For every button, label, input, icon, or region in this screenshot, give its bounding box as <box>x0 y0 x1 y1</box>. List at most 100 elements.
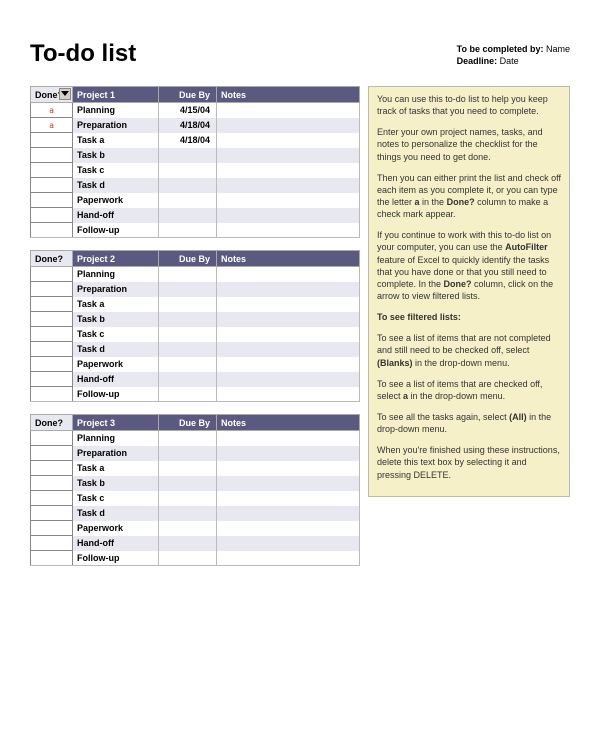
notes-cell[interactable] <box>217 103 360 118</box>
due-cell[interactable]: 4/18/04 <box>159 118 217 133</box>
notes-cell[interactable] <box>217 178 360 193</box>
due-cell[interactable]: 4/18/04 <box>159 133 217 148</box>
notes-cell[interactable] <box>217 342 360 357</box>
notes-cell[interactable] <box>217 297 360 312</box>
task-cell[interactable]: Task a <box>73 297 159 312</box>
due-cell[interactable] <box>159 312 217 327</box>
notes-cell[interactable] <box>217 267 360 282</box>
task-cell[interactable]: Hand-off <box>73 208 159 223</box>
task-cell[interactable]: Hand-off <box>73 536 159 551</box>
done-cell[interactable] <box>31 536 73 551</box>
done-cell[interactable] <box>31 372 73 387</box>
task-cell[interactable]: Paperwork <box>73 521 159 536</box>
due-cell[interactable] <box>159 521 217 536</box>
done-cell[interactable] <box>31 431 73 446</box>
task-cell[interactable]: Paperwork <box>73 357 159 372</box>
due-cell[interactable] <box>159 446 217 461</box>
due-cell[interactable] <box>159 431 217 446</box>
due-cell[interactable] <box>159 208 217 223</box>
done-cell[interactable] <box>31 461 73 476</box>
done-header[interactable]: Done? <box>31 87 73 103</box>
done-cell[interactable] <box>31 297 73 312</box>
notes-cell[interactable] <box>217 133 360 148</box>
notes-cell[interactable] <box>217 431 360 446</box>
due-cell[interactable] <box>159 178 217 193</box>
notes-cell[interactable] <box>217 282 360 297</box>
done-cell[interactable]: a <box>31 103 73 118</box>
due-cell[interactable] <box>159 536 217 551</box>
due-cell[interactable] <box>159 282 217 297</box>
task-cell[interactable]: Task a <box>73 133 159 148</box>
task-cell[interactable]: Task d <box>73 178 159 193</box>
due-cell[interactable] <box>159 506 217 521</box>
done-cell[interactable] <box>31 476 73 491</box>
notes-cell[interactable] <box>217 312 360 327</box>
task-cell[interactable]: Task d <box>73 506 159 521</box>
notes-cell[interactable] <box>217 223 360 238</box>
notes-cell[interactable] <box>217 372 360 387</box>
task-cell[interactable]: Task b <box>73 312 159 327</box>
notes-cell[interactable] <box>217 446 360 461</box>
due-cell[interactable] <box>159 387 217 402</box>
done-cell[interactable] <box>31 193 73 208</box>
due-cell[interactable] <box>159 461 217 476</box>
notes-cell[interactable] <box>217 536 360 551</box>
done-cell[interactable] <box>31 521 73 536</box>
done-cell[interactable] <box>31 223 73 238</box>
due-cell[interactable]: 4/15/04 <box>159 103 217 118</box>
notes-cell[interactable] <box>217 148 360 163</box>
done-cell[interactable] <box>31 208 73 223</box>
notes-cell[interactable] <box>217 387 360 402</box>
task-cell[interactable]: Follow-up <box>73 223 159 238</box>
done-cell[interactable] <box>31 506 73 521</box>
due-cell[interactable] <box>159 148 217 163</box>
due-cell[interactable] <box>159 476 217 491</box>
notes-cell[interactable] <box>217 476 360 491</box>
task-cell[interactable]: Task d <box>73 342 159 357</box>
notes-cell[interactable] <box>217 193 360 208</box>
task-cell[interactable]: Planning <box>73 267 159 282</box>
due-cell[interactable] <box>159 267 217 282</box>
done-cell[interactable] <box>31 327 73 342</box>
filter-dropdown-icon[interactable] <box>59 88 71 100</box>
done-cell[interactable] <box>31 491 73 506</box>
task-cell[interactable]: Preparation <box>73 118 159 133</box>
due-cell[interactable] <box>159 491 217 506</box>
done-cell[interactable] <box>31 551 73 566</box>
task-cell[interactable]: Task c <box>73 163 159 178</box>
task-cell[interactable]: Planning <box>73 103 159 118</box>
notes-cell[interactable] <box>217 163 360 178</box>
notes-cell[interactable] <box>217 551 360 566</box>
due-cell[interactable] <box>159 372 217 387</box>
notes-cell[interactable] <box>217 208 360 223</box>
due-cell[interactable] <box>159 193 217 208</box>
due-cell[interactable] <box>159 223 217 238</box>
notes-cell[interactable] <box>217 461 360 476</box>
due-cell[interactable] <box>159 551 217 566</box>
notes-cell[interactable] <box>217 118 360 133</box>
instructions-panel[interactable]: You can use this to-do list to help you … <box>368 86 570 497</box>
task-cell[interactable]: Preparation <box>73 446 159 461</box>
notes-cell[interactable] <box>217 521 360 536</box>
done-cell[interactable] <box>31 342 73 357</box>
task-cell[interactable]: Hand-off <box>73 372 159 387</box>
task-cell[interactable]: Task c <box>73 491 159 506</box>
done-cell[interactable] <box>31 387 73 402</box>
done-cell[interactable] <box>31 163 73 178</box>
task-cell[interactable]: Follow-up <box>73 387 159 402</box>
done-cell[interactable] <box>31 446 73 461</box>
task-cell[interactable]: Task c <box>73 327 159 342</box>
task-cell[interactable]: Task b <box>73 148 159 163</box>
due-cell[interactable] <box>159 163 217 178</box>
due-cell[interactable] <box>159 342 217 357</box>
task-cell[interactable]: Planning <box>73 431 159 446</box>
done-cell[interactable] <box>31 267 73 282</box>
done-cell[interactable] <box>31 282 73 297</box>
task-cell[interactable]: Preparation <box>73 282 159 297</box>
done-cell[interactable] <box>31 357 73 372</box>
done-cell[interactable]: a <box>31 118 73 133</box>
done-cell[interactable] <box>31 312 73 327</box>
due-cell[interactable] <box>159 297 217 312</box>
due-cell[interactable] <box>159 327 217 342</box>
done-cell[interactable] <box>31 148 73 163</box>
